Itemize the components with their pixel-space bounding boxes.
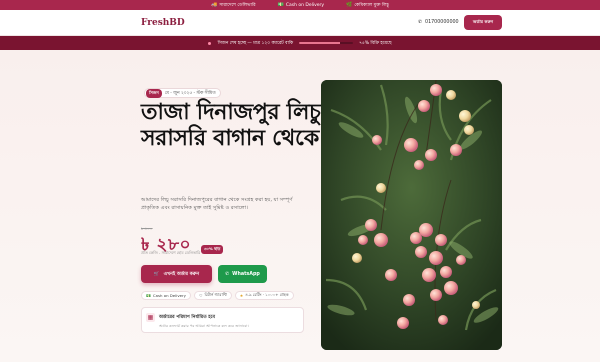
notice-title: অর্ডারের পরিমাণ নির্ধারিত হবে [159,315,216,320]
nav-order-button[interactable]: অর্ডার করুন [464,15,502,30]
whatsapp-icon: ✆ [225,271,230,277]
cash-icon: 💵 [277,2,284,8]
logo[interactable]: FreshBD [141,18,185,28]
cash-icon: 💵 [146,293,151,298]
truck-icon: 🚚 [211,2,218,8]
stock-urgency-bar: সিজন শেষ হচ্ছে — মাত্র ১২০ ক্যারেট বাকি … [0,36,600,50]
lychee-illustration [321,80,502,350]
trust-chip-cod: 💵 Cash on Delivery [141,291,191,300]
order-now-button[interactable]: 🛒 এখনই অর্ডার করুন [141,265,212,283]
top-announcement-bar: 🚚 সারাদেশে ডেলিভারি 💵 Cash on Delivery 🌿 কে… [0,0,600,10]
calendar-icon: ▦ [146,313,155,322]
price: ৳ ২৮০ [141,235,192,255]
topbar-item-delivery: 🚚 সারাদেশে ডেলিভারি [211,2,256,8]
topbar-item-cod: 💵 Cash on Delivery [277,2,325,8]
discount-badge: ৩০% ছাড় [201,245,224,254]
season-pill: সিজন [146,88,162,98]
hero-headline: তাজা দিনাজপুর লিচু, সরাসরি বাগান থেকে [141,100,329,151]
season-text: মে - জুন ২০২৫ - স্টক সীমিত [164,90,216,96]
season-badge: সিজন মে - জুন ২০২৫ - স্টক সীমিত [144,88,221,98]
navbar: FreshBD ✆ 01700000000 অর্ডার করুন [0,10,600,36]
order-notice-card: ▦ অর্ডারের পরিমাণ নির্ধারিত হবে অর্ডার ক… [141,307,304,333]
trust-badges: 💵 Cash on Delivery ♡ রিটার্ন গ্যারান্টি ★ ৪… [141,291,294,300]
price-note: প্রতি কেজি - সারাদেশে হোম ডেলিভারি [141,250,201,255]
stock-percent: ৭৫% বিক্রি হয়েছে [359,40,392,46]
shield-icon: ♡ [198,293,203,298]
pulse-dot-icon [208,41,212,45]
leaf-icon: 🌿 [346,2,353,8]
notice-subtitle: অর্ডার কনফার্ম করার পর আমরা আপনাকে কল কর… [159,324,249,328]
stock-text: সিজন শেষ হচ্ছে — মাত্র ১২০ ক্যারেট বাকি [217,40,294,46]
stock-progress-track [299,42,354,44]
phone-link[interactable]: ✆ 01700000000 [418,20,459,25]
topbar-item-organic: 🌿 কেমিক্যাল মুক্ত লিচু [346,2,389,8]
stock-progress-fill [299,42,340,44]
trust-chip-rating: ★ ৪.৯ রেটিং · ১০০০+ গ্রাহক [234,291,294,300]
cart-icon: 🛒 [153,271,160,277]
whatsapp-button[interactable]: ✆ WhatsApp [218,265,267,283]
phone-icon: ✆ [418,20,423,25]
hero-description: আমাদের লিচু সরাসরি দিনাজপুরের বাগান থেকে… [141,197,293,211]
trust-chip-return: ♡ রিটার্ন গ্যারান্টি [193,291,232,300]
star-icon: ★ [239,293,244,298]
lychee-tree-photo [321,80,502,350]
